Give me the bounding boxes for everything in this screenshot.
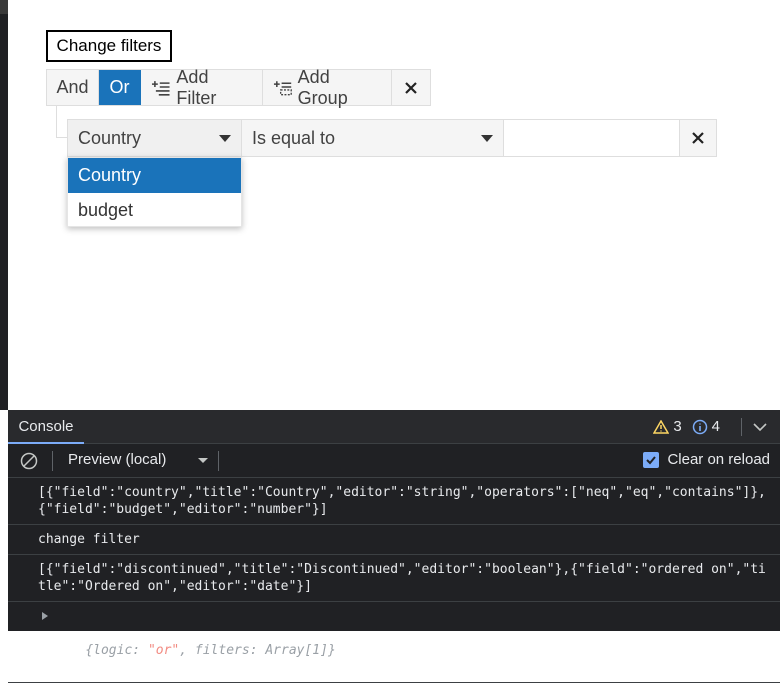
checkmark-icon bbox=[646, 455, 657, 464]
console-tab-bar: Console 3 4 bbox=[8, 410, 780, 444]
operator-dropdown-value: Is equal to bbox=[252, 127, 336, 148]
change-filters-button[interactable]: Change filters bbox=[46, 30, 172, 62]
checkbox-checked-icon[interactable] bbox=[643, 451, 660, 468]
add-group-label: Add Group bbox=[297, 66, 348, 108]
filter-value-input[interactable] bbox=[504, 120, 680, 156]
clear-console-icon[interactable] bbox=[20, 452, 38, 470]
toolbar-divider bbox=[52, 451, 53, 471]
devtools-console: Console 3 4 Preview (local) Clear on rel… bbox=[8, 410, 780, 683]
and-label: And bbox=[56, 77, 89, 97]
field-dropdown-value: Country bbox=[78, 127, 142, 148]
field-dropdown-list: Country budget bbox=[67, 157, 242, 227]
tree-connector-horizontal bbox=[56, 137, 67, 138]
context-selector[interactable]: Preview (local) bbox=[68, 451, 166, 468]
chevron-down-icon[interactable] bbox=[752, 420, 768, 434]
operator-dropdown[interactable]: Is equal to bbox=[242, 120, 504, 156]
field-dropdown[interactable]: Country bbox=[68, 120, 242, 156]
filter-toolbar: And Or Add Filter Add Group bbox=[46, 67, 431, 108]
tab-bar-divider bbox=[741, 418, 742, 436]
console-message: change filter bbox=[8, 525, 780, 555]
chevron-down-icon bbox=[198, 458, 208, 463]
tree-connector-vertical bbox=[56, 106, 57, 138]
close-icon bbox=[405, 81, 417, 94]
toolbar-divider bbox=[218, 451, 219, 471]
and-button[interactable]: And bbox=[47, 70, 99, 105]
dropdown-option-budget[interactable]: budget bbox=[68, 193, 241, 228]
or-button[interactable]: Or bbox=[99, 70, 141, 105]
issue-counts[interactable]: 3 4 bbox=[653, 418, 720, 435]
add-group-icon bbox=[273, 80, 292, 95]
console-object-message[interactable]: {logic: "or", filters: Array[1]} bbox=[8, 602, 780, 683]
clear-on-reload-checkbox[interactable]: Clear on reload bbox=[643, 451, 770, 468]
left-edge-strip bbox=[0, 0, 8, 410]
object-suffix: , filters: Array[1]} bbox=[179, 643, 336, 658]
remove-group-button[interactable] bbox=[392, 70, 430, 105]
filter-expression-row: Country Is equal to bbox=[67, 119, 717, 157]
object-prefix: {logic: bbox=[85, 643, 148, 658]
chevron-down-icon bbox=[481, 134, 493, 142]
add-filter-label: Add Filter bbox=[176, 66, 217, 108]
info-count[interactable]: 4 bbox=[692, 418, 720, 435]
info-count-value: 4 bbox=[711, 418, 720, 435]
warnings-count-value: 3 bbox=[673, 418, 682, 435]
clear-on-reload-label: Clear on reload bbox=[667, 451, 770, 468]
console-toolbar: Preview (local) Clear on reload bbox=[8, 444, 780, 478]
chevron-down-icon bbox=[219, 134, 231, 142]
expand-triangle-icon[interactable] bbox=[42, 612, 48, 620]
warning-icon bbox=[653, 419, 670, 434]
add-group-button[interactable]: Add Group bbox=[262, 67, 393, 108]
or-label: Or bbox=[109, 77, 130, 97]
add-filter-button[interactable]: Add Filter bbox=[140, 67, 263, 108]
console-message: [{"field":"country","title":"Country","e… bbox=[8, 478, 780, 525]
object-logic-value: "or" bbox=[147, 643, 180, 658]
tab-console[interactable]: Console bbox=[8, 410, 84, 444]
warnings-count[interactable]: 3 bbox=[653, 418, 682, 435]
dropdown-option-country[interactable]: Country bbox=[68, 158, 241, 193]
add-filter-icon bbox=[151, 80, 170, 96]
console-message: [{"field":"discontinued","title":"Discon… bbox=[8, 555, 780, 602]
edge-tick bbox=[0, 0, 8, 14]
remove-filter-button[interactable] bbox=[680, 120, 716, 156]
close-icon bbox=[692, 132, 704, 144]
info-icon bbox=[692, 419, 707, 434]
